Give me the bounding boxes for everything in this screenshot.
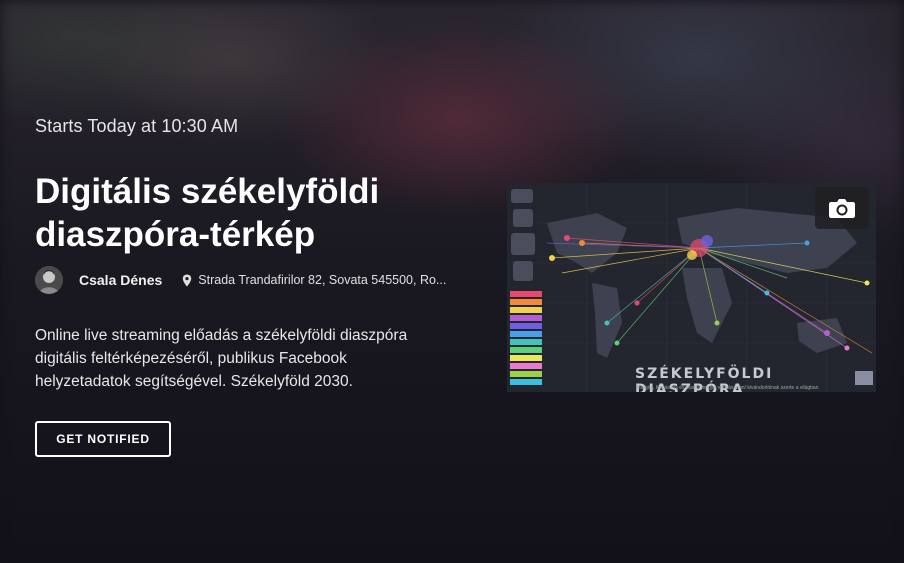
change-photo-button[interactable]	[815, 187, 869, 229]
event-start-time: Starts Today at 10:30 AM	[35, 116, 239, 136]
get-notified-button[interactable]: GET NOTIFIED	[35, 421, 171, 457]
event-location[interactable]: Strada Trandafirilor 82, Sovata 545500, …	[198, 273, 446, 287]
map-pin-icon	[182, 274, 192, 287]
event-header: Starts Today at 10:30 AM Digitális széke…	[0, 0, 904, 563]
event-title: Digitális székelyföldi diaszpóra-térkép	[35, 172, 380, 254]
host-name[interactable]: Csala Dénes	[79, 272, 162, 288]
event-description: Online live streaming előadás a székelyf…	[35, 327, 408, 390]
cover-image-subtitle: Hargita, Kovászna és Maros megye vonzásá…	[637, 385, 819, 391]
host-avatar[interactable]	[35, 266, 63, 294]
camera-icon	[829, 199, 855, 218]
host-row: Csala Dénes Strada Trandafirilor 82, Sov…	[35, 266, 446, 294]
